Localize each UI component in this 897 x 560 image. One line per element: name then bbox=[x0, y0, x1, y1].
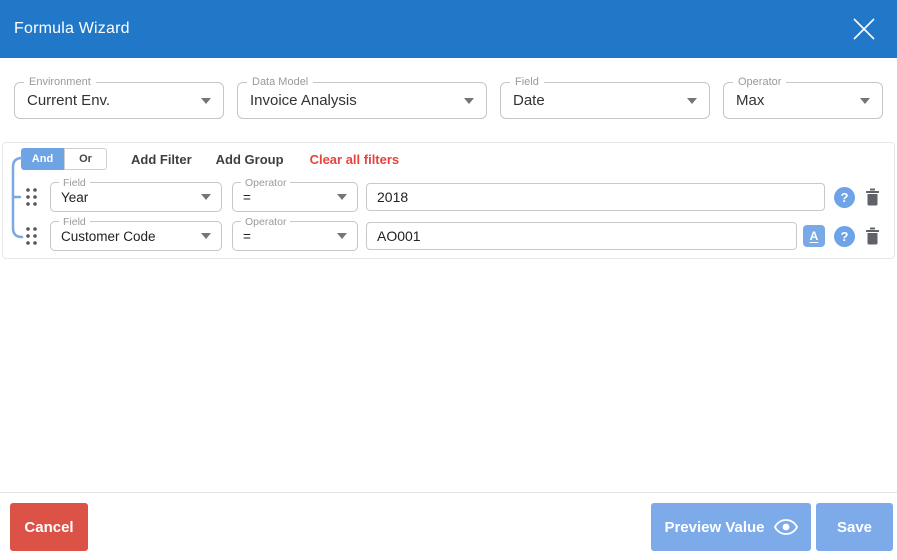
dialog-header: Formula Wizard bbox=[0, 0, 897, 58]
chevron-down-icon bbox=[201, 97, 211, 104]
and-toggle[interactable]: And bbox=[21, 148, 64, 170]
text-type-glyph: A bbox=[809, 229, 819, 243]
delete-filter-button[interactable] bbox=[865, 227, 880, 245]
help-icon[interactable]: ? bbox=[834, 225, 855, 247]
chevron-down-icon bbox=[687, 97, 697, 104]
selectors-row: Environment Current Env. Data Model Invo… bbox=[0, 58, 897, 119]
filter-operator-value: = bbox=[243, 228, 251, 244]
text-type-icon[interactable]: A bbox=[803, 225, 825, 247]
operator-value: Max bbox=[736, 92, 765, 109]
trash-icon bbox=[866, 188, 879, 206]
filter-row: Field Customer Code Operator = A ? bbox=[24, 216, 880, 252]
operator-select[interactable]: Operator Max bbox=[723, 76, 883, 119]
add-filter-button[interactable]: Add Filter bbox=[131, 152, 192, 167]
chevron-down-icon bbox=[860, 97, 870, 104]
filter-field-value: Customer Code bbox=[61, 228, 156, 244]
data-model-label: Data Model bbox=[247, 76, 314, 89]
chevron-down-icon bbox=[201, 233, 211, 239]
formula-wizard-dialog: Formula Wizard Environment Current Env. … bbox=[0, 0, 897, 560]
chevron-down-icon bbox=[464, 97, 474, 104]
filter-value-input[interactable] bbox=[366, 183, 825, 211]
filter-operator-select[interactable]: Operator = bbox=[232, 177, 358, 212]
filter-row: Field Year Operator = ? bbox=[24, 177, 880, 213]
preview-value-label: Preview Value bbox=[664, 518, 765, 536]
clear-all-filters-button[interactable]: Clear all filters bbox=[310, 152, 400, 167]
close-button[interactable] bbox=[849, 14, 879, 44]
preview-value-button[interactable]: Preview Value bbox=[651, 503, 811, 551]
chevron-down-icon bbox=[337, 194, 347, 200]
drag-handle-icon[interactable] bbox=[24, 187, 38, 207]
or-toggle[interactable]: Or bbox=[64, 148, 107, 170]
close-icon bbox=[853, 18, 875, 40]
field-label: Field bbox=[510, 76, 544, 89]
filter-toolbar: And Or Add Filter Add Group Clear all fi… bbox=[21, 148, 894, 170]
field-select[interactable]: Field Date bbox=[500, 76, 710, 119]
eye-icon bbox=[773, 519, 798, 535]
chevron-down-icon bbox=[337, 233, 347, 239]
filter-field-value: Year bbox=[61, 189, 89, 205]
cancel-button[interactable]: Cancel bbox=[10, 503, 88, 551]
data-model-select[interactable]: Data Model Invoice Analysis bbox=[237, 76, 487, 119]
environment-value: Current Env. bbox=[27, 92, 111, 109]
filter-field-select[interactable]: Field Customer Code bbox=[50, 216, 222, 251]
field-value: Date bbox=[513, 92, 545, 109]
filter-operator-select[interactable]: Operator = bbox=[232, 216, 358, 251]
save-button[interactable]: Save bbox=[816, 503, 893, 551]
filter-group-panel: And Or Add Filter Add Group Clear all fi… bbox=[2, 142, 895, 259]
delete-filter-button[interactable] bbox=[865, 188, 880, 206]
drag-handle-icon[interactable] bbox=[24, 226, 38, 246]
filter-operator-value: = bbox=[243, 189, 251, 205]
environment-select[interactable]: Environment Current Env. bbox=[14, 76, 224, 119]
filter-field-label: Field bbox=[59, 216, 90, 228]
chevron-down-icon bbox=[201, 194, 211, 200]
filter-field-label: Field bbox=[59, 177, 90, 189]
filter-operator-label: Operator bbox=[241, 216, 291, 228]
operator-label: Operator bbox=[733, 76, 787, 89]
trash-icon bbox=[866, 227, 879, 245]
data-model-value: Invoice Analysis bbox=[250, 92, 357, 109]
add-group-button[interactable]: Add Group bbox=[216, 152, 284, 167]
filter-value-input[interactable] bbox=[366, 222, 797, 250]
filter-operator-label: Operator bbox=[241, 177, 291, 189]
dialog-title: Formula Wizard bbox=[14, 20, 130, 37]
filter-field-select[interactable]: Field Year bbox=[50, 177, 222, 212]
help-icon[interactable]: ? bbox=[834, 186, 855, 208]
environment-label: Environment bbox=[24, 76, 96, 89]
footer-divider bbox=[0, 492, 897, 493]
